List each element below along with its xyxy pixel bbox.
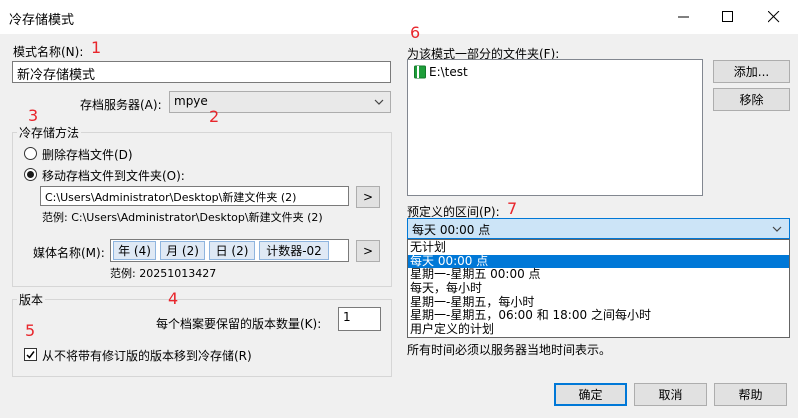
media-token-day[interactable]: 日 (2) bbox=[209, 241, 255, 260]
media-token-counter[interactable]: 计数器-02 bbox=[259, 241, 329, 260]
annotation-3: 3 bbox=[28, 106, 39, 125]
never-move-label: 从不将带有修订版的版本移到冷存储(R) bbox=[42, 349, 252, 363]
remove-folder-button[interactable]: 移除 bbox=[713, 88, 790, 111]
list-item[interactable]: E:\test bbox=[414, 65, 468, 79]
cancel-button[interactable]: 取消 bbox=[634, 383, 707, 406]
mode-name-label: 模式名称(N): bbox=[13, 45, 84, 59]
maximize-button[interactable] bbox=[706, 0, 750, 34]
interval-dropdown-list[interactable]: 无计划 每天 00:00 点 星期一-星期五 00:00 点 每天，每小时 星期… bbox=[407, 239, 790, 338]
media-example: 范例: 20251013427 bbox=[110, 267, 217, 280]
media-name-browse-button[interactable]: > bbox=[356, 240, 380, 262]
version-legend: 版本 bbox=[17, 291, 46, 308]
minimize-button[interactable] bbox=[662, 0, 706, 34]
path-example: 范例: C:\Users\Administrator\Desktop\新建文件夹… bbox=[42, 211, 323, 224]
annotation-6: 6 bbox=[410, 23, 421, 42]
media-token-month[interactable]: 月 (2) bbox=[160, 241, 205, 260]
media-token-year[interactable]: 年 (4) bbox=[113, 241, 156, 260]
delete-radio[interactable] bbox=[24, 147, 37, 160]
folder-path: E:\test bbox=[429, 65, 468, 79]
never-move-checkbox[interactable] bbox=[24, 348, 37, 361]
interval-option-daily-hourly[interactable]: 每天，每小时 bbox=[408, 281, 789, 296]
annotation-7: 7 bbox=[507, 199, 518, 218]
move-path-browse-button[interactable]: > bbox=[356, 186, 380, 208]
interval-option-none[interactable]: 无计划 bbox=[408, 240, 789, 255]
checkmark-icon bbox=[26, 351, 35, 359]
help-button[interactable]: 帮助 bbox=[714, 383, 787, 406]
interval-note: 所有时间必须以服务器当地时间表示。 bbox=[407, 343, 612, 357]
interval-select-value: 每天 00:00 点 bbox=[412, 223, 491, 237]
close-icon bbox=[768, 11, 780, 23]
move-radio-label: 移动存档文件到文件夹(O): bbox=[42, 169, 185, 183]
annotation-4: 4 bbox=[168, 289, 179, 308]
media-name-label: 媒体名称(M): bbox=[33, 246, 105, 260]
close-button[interactable] bbox=[752, 0, 796, 34]
archive-server-select[interactable]: mpye bbox=[169, 91, 391, 113]
chevron-down-icon bbox=[772, 226, 782, 232]
folder-icon bbox=[414, 65, 426, 79]
annotation-5: 5 bbox=[25, 321, 36, 340]
version-count-input[interactable]: 1 bbox=[338, 307, 381, 331]
minimize-icon bbox=[678, 16, 689, 18]
window-title: 冷存储模式 bbox=[9, 13, 75, 28]
annotation-1: 1 bbox=[91, 38, 102, 57]
maximize-icon bbox=[722, 11, 733, 22]
annotation-2: 2 bbox=[209, 107, 220, 126]
mode-name-input[interactable]: 新冷存储模式 bbox=[12, 61, 391, 83]
version-count-label: 每个档案要保留的版本数量(K): bbox=[156, 317, 322, 331]
interval-option-daily-midnight[interactable]: 每天 00:00 点 bbox=[408, 254, 789, 269]
delete-radio-label: 删除存档文件(D) bbox=[42, 148, 133, 162]
ok-button[interactable]: 确定 bbox=[554, 383, 627, 406]
interval-option-weekdays-midnight[interactable]: 星期一-星期五 00:00 点 bbox=[408, 268, 789, 282]
archive-server-value: mpye bbox=[174, 94, 208, 108]
cold-method-legend: 冷存储方法 bbox=[17, 124, 82, 141]
move-path-input[interactable]: C:\Users\Administrator\Desktop\新建文件夹 (2) bbox=[40, 186, 349, 206]
version-group bbox=[12, 299, 392, 377]
folders-list[interactable]: E:\test bbox=[407, 59, 703, 196]
interval-select[interactable]: 每天 00:00 点 bbox=[407, 218, 790, 239]
interval-option-custom[interactable]: 用户定义的计划 bbox=[408, 322, 789, 337]
archive-server-label: 存档服务器(A): bbox=[80, 98, 162, 112]
move-radio[interactable] bbox=[24, 168, 37, 181]
chevron-down-icon bbox=[374, 99, 384, 105]
add-folder-button[interactable]: 添加... bbox=[713, 60, 790, 83]
